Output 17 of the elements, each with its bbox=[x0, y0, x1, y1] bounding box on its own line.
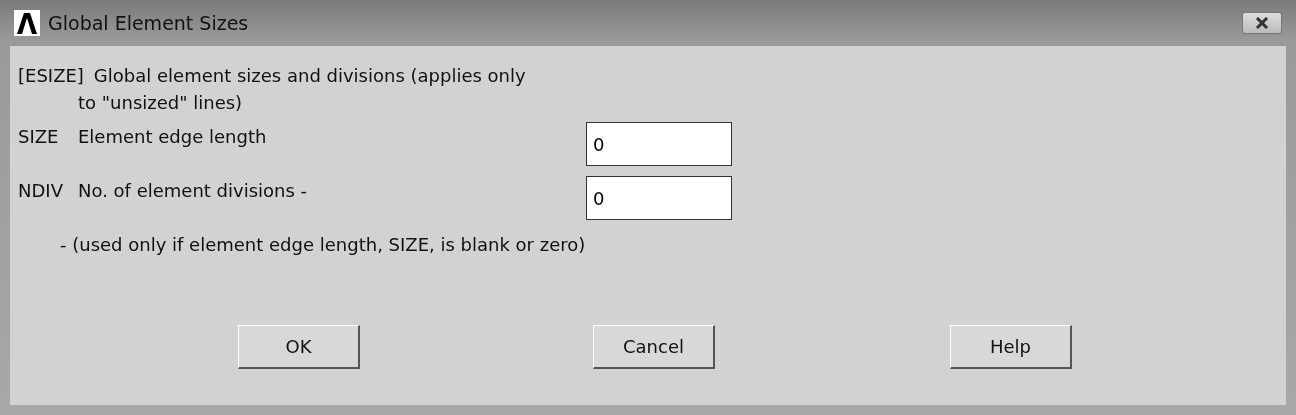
input-field[interactable]: 0 bbox=[586, 176, 732, 220]
close-icon bbox=[1254, 17, 1270, 29]
parameter-code: NDIV bbox=[18, 180, 64, 201]
close-button[interactable] bbox=[1242, 12, 1282, 34]
help-button[interactable]: Help bbox=[950, 325, 1072, 369]
input-field[interactable]: 0 bbox=[586, 122, 732, 166]
command-label: [ESIZE] bbox=[18, 64, 84, 86]
field-label: Element edge length bbox=[78, 126, 268, 147]
heading-text: Global element sizes and divisions (applies only bbox=[93, 64, 526, 86]
parameter-code: SIZE bbox=[18, 126, 60, 147]
note-text: - (used only if element edge length, SIZE, is blank or zero) bbox=[59, 234, 587, 255]
ok-button[interactable]: OK bbox=[238, 325, 360, 369]
field-label: No. of element divisions - bbox=[78, 180, 309, 201]
logo-icon bbox=[14, 10, 40, 36]
window-title: Global Element Sizes bbox=[48, 12, 250, 34]
heading-text: to "unsized" lines) bbox=[77, 92, 244, 115]
cancel-button[interactable]: Cancel bbox=[593, 325, 715, 369]
